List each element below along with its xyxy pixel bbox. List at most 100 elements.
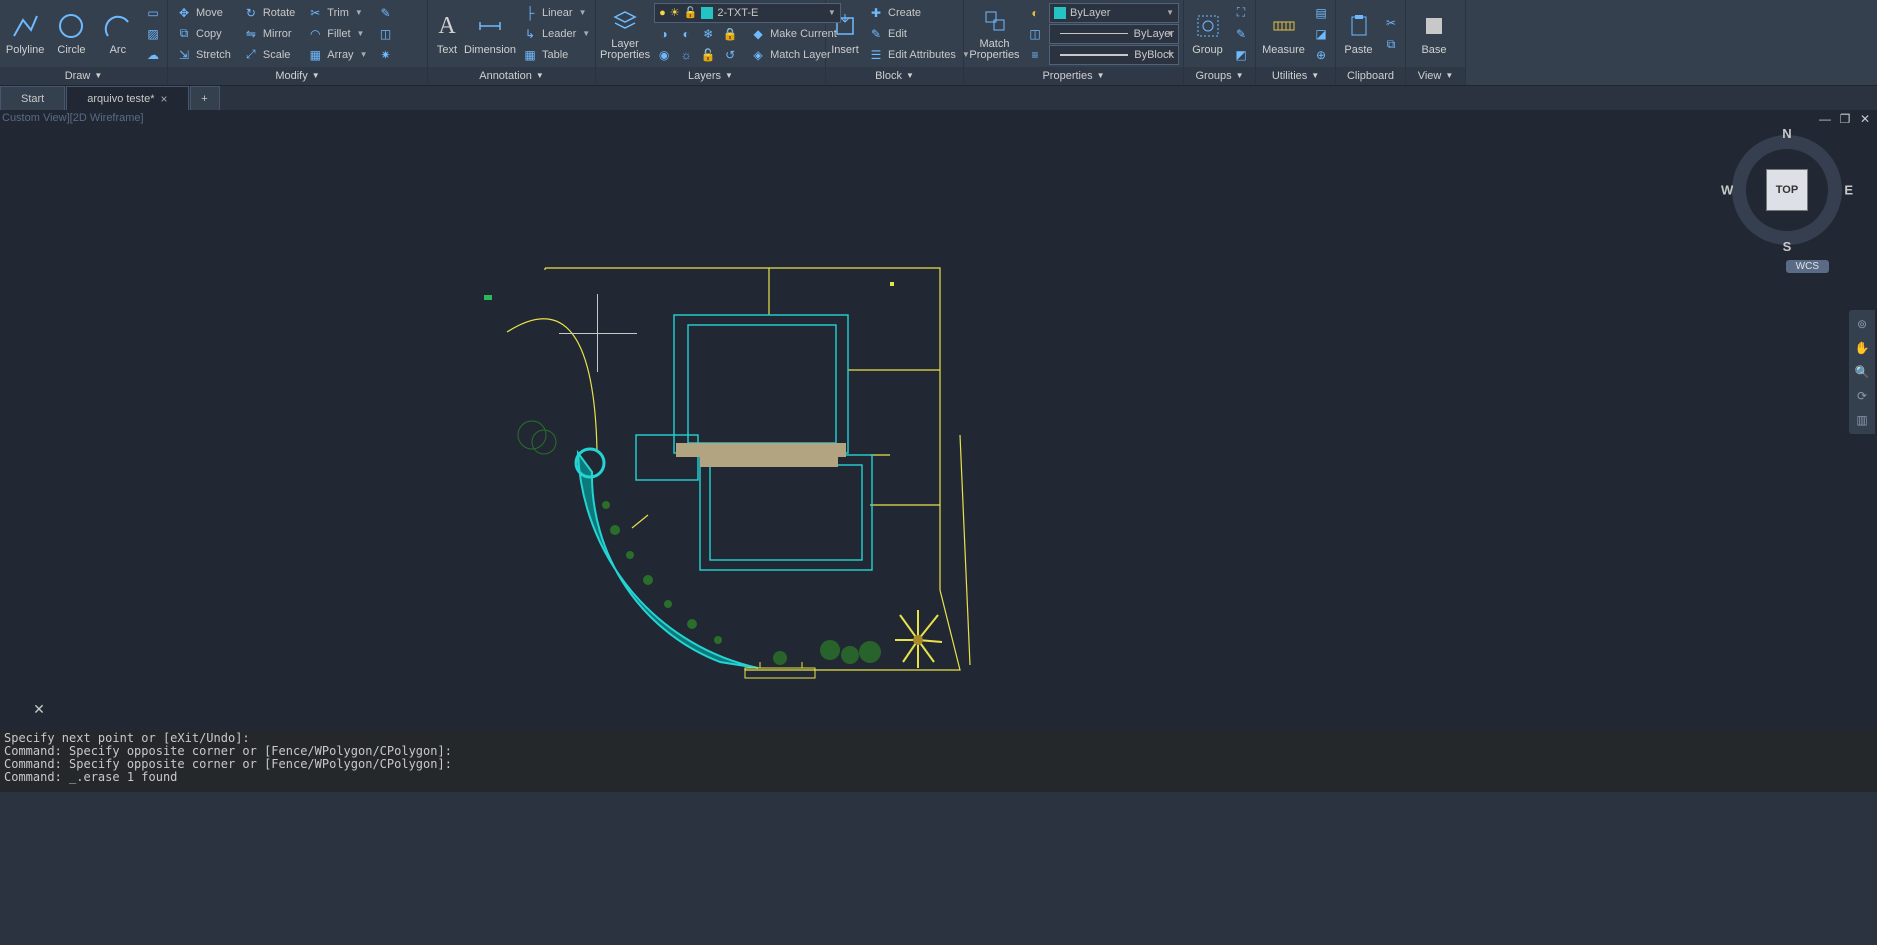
leader-label: Leader [542,28,576,40]
layer-off-icon[interactable]: ◑ [654,24,674,44]
nav-wheel-icon[interactable]: ⊚ [1852,314,1872,334]
layer-lock2-icon[interactable]: 🔒 [720,24,740,44]
measure-button[interactable]: Measure [1260,3,1307,65]
tab-start-label: Start [21,87,44,111]
layer-thaw-icon[interactable]: ☼ [676,45,696,65]
paste-button[interactable]: Paste [1340,3,1377,65]
dynamic-input-close-icon[interactable]: ✕ [30,700,48,718]
layer-frz-icon[interactable]: ❄ [698,24,718,44]
arc-button[interactable]: Arc [97,3,139,65]
dimension-button[interactable]: Dimension [466,3,514,65]
viewcube-n[interactable]: N [1782,126,1791,141]
nav-show-icon[interactable]: ▥ [1852,410,1872,430]
panel-properties-title[interactable]: Properties [1042,67,1092,85]
viewcube-s[interactable]: S [1783,239,1792,254]
viewcube[interactable]: N S E W TOP [1727,130,1847,250]
edit-attributes-button[interactable]: ☰Edit Attributes▼ [864,45,974,65]
panel-draw-title[interactable]: Draw [65,67,91,85]
revcloud-icon[interactable]: ☁ [143,45,163,65]
copyclip-icon[interactable]: ⧉ [1381,34,1401,54]
trim-button[interactable]: ✂Trim▼ [303,3,371,23]
layer-unl-icon[interactable]: 🔓 [698,45,718,65]
group-sel-icon[interactable]: ◩ [1231,45,1251,65]
panel-view: Base View▼ [1406,0,1466,85]
viewcube-w[interactable]: W [1721,183,1733,198]
mirror-button[interactable]: ⇋Mirror [239,24,299,44]
ungroup-icon[interactable]: ⛶ [1231,3,1251,23]
drawing-svg [0,110,1877,730]
tab-close-icon[interactable]: × [161,87,168,111]
id-point-icon[interactable]: ⊕ [1311,45,1331,65]
panel-block-title[interactable]: Block [875,67,902,85]
explode-icon[interactable]: ✷ [375,45,395,65]
polyline-button[interactable]: Polyline [4,3,46,65]
nav-zoom-icon[interactable]: 🔍 [1852,362,1872,382]
base-button[interactable]: Base [1410,3,1458,65]
create-button[interactable]: ✚Create [864,3,974,23]
layer-combo[interactable]: ● ☀ 🔓 2-TXT-E ▼ [654,3,841,23]
viewcube-e[interactable]: E [1844,183,1853,198]
layer-properties-button[interactable]: LayerProperties [600,3,650,65]
make-current-icon: ◆ [750,26,766,42]
panel-groups-title[interactable]: Groups [1196,67,1232,85]
layer-iso-icon[interactable]: ◐ [676,24,696,44]
edit-button[interactable]: ✎Edit [864,24,974,44]
quick-select-icon[interactable]: ◪ [1311,24,1331,44]
leader-button[interactable]: ↳Leader▼ [518,24,594,44]
nav-pan-icon[interactable]: ✋ [1852,338,1872,358]
text-button[interactable]: A Text [432,3,462,65]
crosshair-vertical [597,294,598,372]
erase-icon[interactable]: ✎ [375,3,395,23]
match-properties-icon [980,6,1010,36]
paste-icon [1344,11,1374,41]
calc-icon[interactable]: ▤ [1311,3,1331,23]
panel-layers-title[interactable]: Layers [688,67,721,85]
leader-icon: ↳ [522,26,538,42]
array-button[interactable]: ▦Array▼ [303,45,371,65]
layer-properties-label: LayerProperties [600,39,650,61]
mirror-icon: ⇋ [243,26,259,42]
match-properties-button[interactable]: MatchProperties [968,3,1021,65]
cut-icon[interactable]: ✂ [1381,13,1401,33]
circle-button[interactable]: Circle [50,3,92,65]
color-combo[interactable]: ByLayer ▼ [1049,3,1179,23]
wcs-indicator[interactable]: WCS [1786,260,1829,273]
nav-orbit-icon[interactable]: ⟳ [1852,386,1872,406]
command-window[interactable]: Specify next point or [eXit/Undo]: Comma… [0,730,1877,792]
panel-view-title[interactable]: View [1418,67,1442,85]
listprops-icon[interactable]: ≡ [1025,45,1045,65]
document-tabs: Start arquivo teste* × + [0,86,1877,110]
group-edit-icon[interactable]: ✎ [1231,24,1251,44]
tab-file[interactable]: arquivo teste* × [66,86,188,110]
measure-icon [1269,11,1299,41]
tab-add[interactable]: + [190,86,220,110]
lineweight-combo[interactable]: ByBlock ▼ [1049,45,1179,65]
layer-on2-icon[interactable]: ◉ [654,45,674,65]
stretch-button[interactable]: ⇲Stretch [172,45,235,65]
rectangle-icon[interactable]: ▭ [143,3,163,23]
offset-icon[interactable]: ◫ [375,24,395,44]
linear-button[interactable]: ├Linear▼ [518,3,594,23]
match-layer-button[interactable]: ◈Match Layer [746,45,835,65]
hatch-icon[interactable]: ▨ [143,24,163,44]
table-button[interactable]: ▦Table [518,45,594,65]
panel-modify-title[interactable]: Modify [275,67,307,85]
trim-label: Trim [327,7,349,19]
drawing-canvas[interactable]: Custom View][2D Wireframe] — ❐ ✕ [0,110,1877,730]
fillet-button[interactable]: ◠Fillet▼ [303,24,371,44]
tab-start[interactable]: Start [0,86,65,110]
scale-button[interactable]: ⤢Scale [239,45,299,65]
transparency-icon[interactable]: ◫ [1025,24,1045,44]
move-button[interactable]: ✥Move [172,3,235,23]
panel-utilities-title[interactable]: Utilities [1272,67,1307,85]
panel-utilities: Measure ▤ ◪ ⊕ Utilities▼ [1256,0,1336,85]
panel-annotation-title[interactable]: Annotation [479,67,532,85]
move-label: Move [196,7,223,19]
viewcube-top[interactable]: TOP [1766,169,1808,211]
layer-prev-icon[interactable]: ↺ [720,45,740,65]
copy-button[interactable]: ⧉Copy [172,24,235,44]
bycolor-icon[interactable]: ◐ [1025,3,1045,23]
linetype-combo[interactable]: ByLayer ▼ [1049,24,1179,44]
rotate-button[interactable]: ↻Rotate [239,3,299,23]
group-button[interactable]: Group [1188,3,1227,65]
